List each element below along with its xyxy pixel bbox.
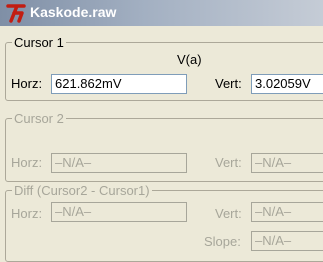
cursor2-vert-label: Vert: [215,155,242,170]
cursor2-horz-label: Horz: [11,155,43,170]
cursor1-vert-field[interactable]: 3.02059V [251,74,323,94]
diff-horz-field[interactable]: –N/A– [51,202,187,222]
diff-slope-label: Slope: [204,234,241,249]
cursor2-horz-field[interactable]: –N/A– [51,153,187,173]
window-title: Kaskode.raw [30,4,117,20]
cursor1-horz-field[interactable]: 621.862mV [51,74,187,94]
diff-vert-label: Vert: [215,206,242,221]
diff-slope-field[interactable]: –N/A– [251,231,323,251]
cursor1-trace-name: V(a) [177,52,202,67]
cursor1-horz-label: Horz: [11,76,43,91]
ltspice-waveform-icon [6,4,26,23]
cursor2-legend: Cursor 2 [12,111,66,126]
diff-vert-field[interactable]: –N/A– [251,202,323,222]
title-bar[interactable]: Kaskode.raw [0,0,323,26]
cursor2-vert-field[interactable]: –N/A– [251,153,323,173]
cursor1-legend: Cursor 1 [12,35,66,50]
diff-horz-label: Horz: [11,206,43,221]
cursor1-vert-label: Vert: [215,76,242,91]
diff-legend: Diff (Cursor2 - Cursor1) [12,183,152,198]
diff-group: Diff (Cursor2 - Cursor1) [5,183,323,262]
